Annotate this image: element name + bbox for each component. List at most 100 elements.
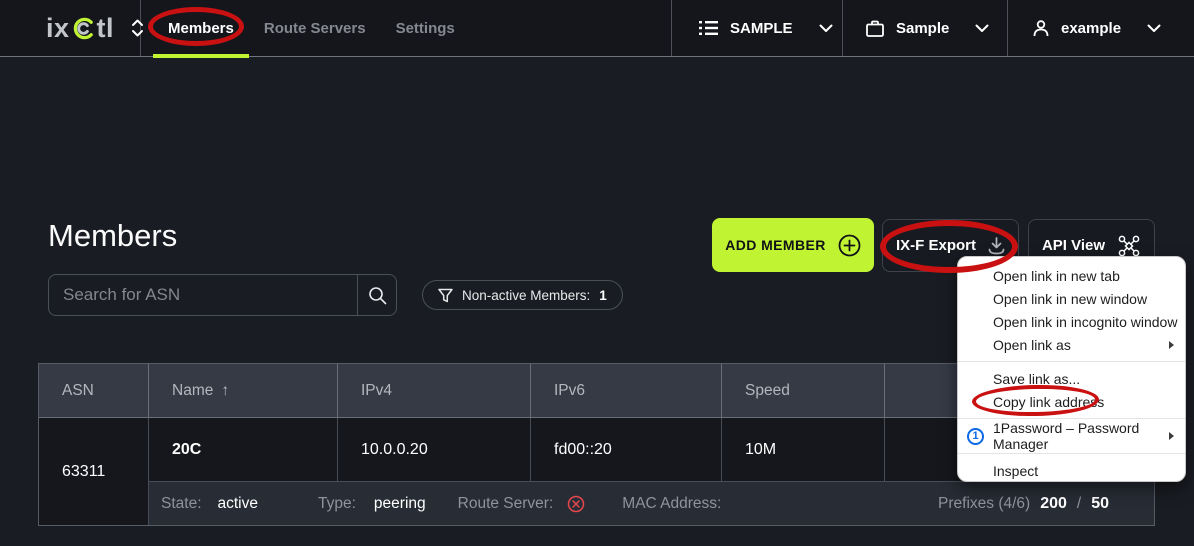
cell-name[interactable]: 20C: [149, 418, 338, 482]
prefixes-v6-value: 50: [1091, 495, 1109, 513]
search-input[interactable]: [49, 285, 357, 305]
logo-c-icon: [71, 16, 96, 41]
menu-item-label: Open link in new tab: [993, 268, 1120, 284]
cell-ipv6[interactable]: fd00::20: [531, 418, 722, 482]
app-logo[interactable]: ix tl: [46, 13, 114, 44]
speed-value: 10M: [745, 441, 776, 459]
type-field: Type: peering: [318, 495, 426, 513]
cell-asn[interactable]: 63311: [39, 418, 149, 525]
menu-item-label: Inspect: [993, 463, 1038, 479]
plus-circle-icon: [838, 234, 861, 257]
menu-item-label: Open link in new window: [993, 291, 1147, 307]
list-icon: [699, 20, 718, 36]
state-field: State: active: [161, 495, 258, 513]
column-header-speed[interactable]: Speed: [722, 364, 885, 418]
sort-ascending-icon: ↑: [221, 382, 229, 400]
menu-separator: [958, 453, 1185, 454]
user-menu[interactable]: example: [1007, 0, 1194, 56]
browser-context-menu: Open link in new tab Open link in new wi…: [957, 256, 1186, 482]
column-header-name[interactable]: Name ↑: [149, 364, 338, 418]
route-server-field: Route Server:: [458, 495, 586, 513]
org-selector-label: SAMPLE: [730, 20, 793, 37]
menu-item-save-link-as[interactable]: Save link as...: [958, 367, 1185, 390]
prefixes-label: Prefixes (4/6): [938, 495, 1030, 513]
prefixes-field: Prefixes (4/6) 200 / 50: [938, 495, 1109, 513]
menu-item-open-link-new-window[interactable]: Open link in new window: [958, 287, 1185, 310]
chevron-down-icon: [1147, 24, 1161, 33]
asn-value: 63311: [62, 463, 105, 481]
menu-item-1password[interactable]: 1 1Password – Password Manager: [958, 424, 1185, 448]
menu-item-open-link-new-tab[interactable]: Open link in new tab: [958, 264, 1185, 287]
route-server-label: Route Server:: [458, 495, 554, 513]
search-button[interactable]: [357, 275, 396, 315]
search-box: [48, 274, 397, 316]
column-header-ipv4[interactable]: IPv4: [338, 364, 531, 418]
user-menu-label: example: [1061, 20, 1121, 37]
column-header-ipv6[interactable]: IPv6: [531, 364, 722, 418]
api-hub-icon: [1117, 235, 1141, 257]
menu-item-label: Open link as: [993, 337, 1071, 353]
nav-tab-settings[interactable]: Settings: [396, 0, 455, 57]
nav-links: Members Route Servers Settings: [141, 0, 671, 56]
prefixes-separator: /: [1077, 495, 1081, 513]
mac-address-field: MAC Address:: [622, 495, 721, 513]
menu-item-label: Open link in incognito window: [993, 314, 1177, 330]
menu-item-label: 1Password – Password Manager: [993, 420, 1185, 452]
state-value: active: [218, 495, 259, 513]
api-view-label: API View: [1042, 237, 1105, 254]
non-active-members-filter-chip[interactable]: Non-active Members: 1: [422, 280, 623, 310]
member-details-row: State: active Type: peering Route Server…: [149, 482, 1154, 525]
instance-selector[interactable]: Sample: [842, 0, 1007, 56]
cell-speed[interactable]: 10M: [722, 418, 885, 482]
logo-block: ix tl: [0, 0, 141, 56]
search-icon: [368, 286, 387, 305]
menu-item-label: Save link as...: [993, 371, 1080, 387]
logo-text-suffix: tl: [97, 13, 115, 44]
menu-item-copy-link-address[interactable]: Copy link address: [958, 390, 1185, 413]
prefixes-v4-value: 200: [1040, 495, 1067, 513]
add-member-label: ADD MEMBER: [725, 237, 825, 253]
page-title: Members: [48, 218, 177, 254]
menu-separator: [958, 418, 1185, 419]
submenu-arrow-icon: [1169, 341, 1174, 349]
column-header-ipv6-label: IPv6: [554, 382, 585, 400]
mac-address-label: MAC Address:: [622, 495, 721, 513]
chevron-down-icon: [819, 24, 833, 33]
nav-tab-route-servers-label: Route Servers: [264, 20, 366, 37]
column-header-name-label: Name: [172, 382, 213, 400]
org-selector[interactable]: SAMPLE: [671, 0, 842, 56]
type-value: peering: [374, 495, 426, 513]
filter-chip-count: 1: [599, 288, 607, 303]
ipv6-value: fd00::20: [554, 441, 612, 459]
submenu-arrow-icon: [1169, 432, 1174, 440]
active-tab-underline: [153, 54, 249, 58]
filter-chip-label: Non-active Members:: [462, 288, 590, 303]
column-header-speed-label: Speed: [745, 382, 790, 400]
nav-tab-route-servers[interactable]: Route Servers: [264, 0, 366, 57]
column-header-ipv4-label: IPv4: [361, 382, 392, 400]
nav-tab-members[interactable]: Members: [168, 0, 234, 57]
nav-tab-settings-label: Settings: [396, 20, 455, 37]
ipv4-value: 10.0.0.20: [361, 441, 428, 459]
ixf-export-label: IX-F Export: [896, 237, 976, 254]
menu-separator: [958, 361, 1185, 362]
cell-ipv4[interactable]: 10.0.0.20: [338, 418, 531, 482]
instance-selector-label: Sample: [896, 20, 949, 37]
member-name-value: 20C: [172, 441, 201, 459]
column-header-asn-label: ASN: [62, 382, 94, 400]
add-member-button[interactable]: ADD MEMBER: [712, 218, 874, 272]
state-label: State:: [161, 495, 202, 513]
chevron-down-icon: [975, 24, 989, 33]
menu-item-open-link-incognito[interactable]: Open link in incognito window: [958, 310, 1185, 333]
route-server-disabled-icon: [567, 495, 585, 513]
column-header-asn[interactable]: ASN: [39, 364, 149, 418]
top-navbar: ix tl Members Route Servers Settings: [0, 0, 1194, 57]
download-icon: [988, 237, 1005, 255]
nav-tab-members-label: Members: [168, 20, 234, 37]
menu-item-label: Copy link address: [993, 394, 1104, 410]
menu-item-inspect[interactable]: Inspect: [958, 459, 1185, 482]
logo-text-prefix: ix: [46, 13, 70, 44]
briefcase-icon: [866, 20, 884, 37]
1password-icon: 1: [967, 428, 984, 445]
menu-item-open-link-as[interactable]: Open link as: [958, 333, 1185, 356]
